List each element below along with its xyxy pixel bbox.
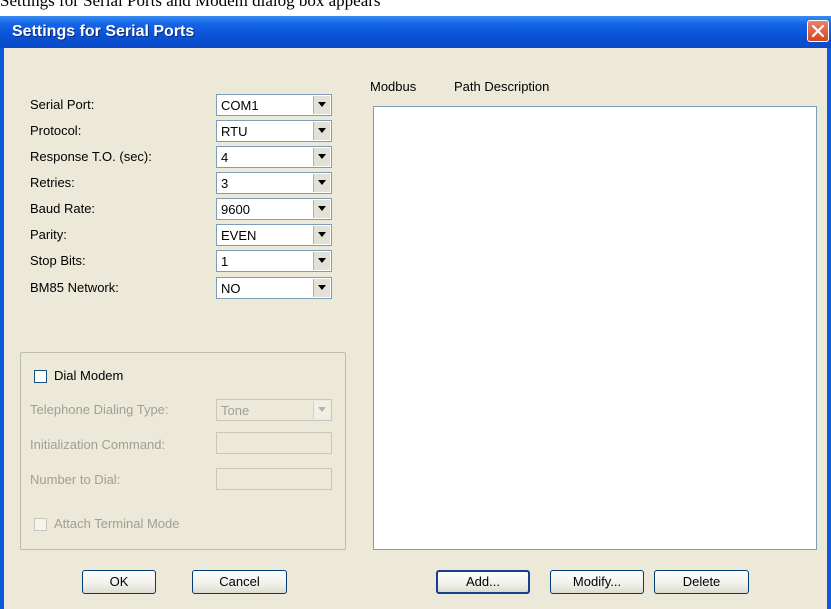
column-header-modbus: Modbus — [370, 79, 417, 94]
protocol-value: RTU — [221, 124, 248, 139]
modbus-path-listbox[interactable] — [373, 106, 817, 550]
dialog-window: Settings for Serial Ports Serial Port: C… — [0, 16, 831, 609]
bm85-network-combo[interactable]: NO — [216, 277, 332, 299]
dropdown-arrow[interactable] — [313, 174, 330, 192]
add-button[interactable]: Add... — [436, 570, 530, 594]
parity-label: Parity: — [30, 227, 67, 242]
dialing-type-label: Telephone Dialing Type: — [30, 402, 169, 417]
dial-modem-checkbox[interactable] — [34, 370, 47, 383]
attach-terminal-checkbox[interactable] — [34, 518, 47, 531]
chevron-down-icon — [318, 206, 326, 211]
retries-combo[interactable]: 3 — [216, 172, 332, 194]
serial-port-combo[interactable]: COM1 — [216, 94, 332, 116]
dropdown-arrow[interactable] — [313, 252, 330, 270]
modify-button[interactable]: Modify... — [550, 570, 644, 594]
protocol-label: Protocol: — [30, 123, 82, 138]
serial-port-label: Serial Port: — [30, 97, 95, 112]
response-timeout-value: 4 — [221, 150, 229, 165]
retries-label: Retries: — [30, 175, 75, 190]
close-button[interactable] — [807, 20, 829, 42]
chevron-down-icon — [318, 258, 326, 263]
dialog-title: Settings for Serial Ports — [12, 23, 195, 40]
bm85-network-value: NO — [221, 281, 241, 296]
caption-text: Settings for Serial Ports and Modem dial… — [0, 0, 381, 10]
chevron-down-icon — [318, 407, 326, 412]
dropdown-arrow[interactable] — [313, 96, 330, 114]
chevron-down-icon — [318, 180, 326, 185]
dialing-type-combo[interactable]: Tone — [216, 399, 332, 421]
title-bar[interactable]: Settings for Serial Ports — [0, 16, 831, 48]
delete-button[interactable]: Delete — [654, 570, 749, 594]
number-to-dial-field[interactable] — [216, 468, 332, 490]
dropdown-arrow[interactable] — [313, 226, 330, 244]
dropdown-arrow[interactable] — [313, 200, 330, 218]
baud-rate-combo[interactable]: 9600 — [216, 198, 332, 220]
stop-bits-label: Stop Bits: — [30, 253, 86, 268]
baud-rate-value: 9600 — [221, 202, 250, 217]
response-timeout-combo[interactable]: 4 — [216, 146, 332, 168]
baud-rate-label: Baud Rate: — [30, 201, 96, 216]
cancel-button[interactable]: Cancel — [192, 570, 287, 594]
chevron-down-icon — [318, 285, 326, 290]
chevron-down-icon — [318, 232, 326, 237]
bm85-network-label: BM85 Network: — [30, 280, 119, 295]
dropdown-arrow[interactable] — [313, 279, 330, 297]
attach-terminal-label[interactable]: Attach Terminal Mode — [54, 516, 180, 531]
serial-port-value: COM1 — [221, 98, 259, 113]
dial-modem-label[interactable]: Dial Modem — [54, 368, 123, 383]
chevron-down-icon — [318, 102, 326, 107]
retries-value: 3 — [221, 176, 229, 191]
dropdown-arrow[interactable] — [313, 401, 330, 419]
stop-bits-combo[interactable]: 1 — [216, 250, 332, 272]
column-header-path-description: Path Description — [454, 79, 550, 94]
dialing-type-value: Tone — [221, 403, 250, 418]
chevron-down-icon — [318, 128, 326, 133]
init-command-label: Initialization Command: — [30, 437, 166, 452]
protocol-combo[interactable]: RTU — [216, 120, 332, 142]
dropdown-arrow[interactable] — [313, 148, 330, 166]
dialog-client: Serial Port: COM1 Protocol: RTU Response… — [4, 48, 827, 609]
ok-button[interactable]: OK — [82, 570, 156, 594]
response-timeout-label: Response T.O. (sec): — [30, 149, 152, 164]
parity-value: EVEN — [221, 228, 257, 243]
dropdown-arrow[interactable] — [313, 122, 330, 140]
init-command-field[interactable] — [216, 432, 332, 454]
parity-combo[interactable]: EVEN — [216, 224, 332, 246]
chevron-down-icon — [318, 154, 326, 159]
close-icon — [812, 25, 824, 37]
stop-bits-value: 1 — [221, 254, 229, 269]
number-to-dial-label: Number to Dial: — [30, 472, 121, 487]
